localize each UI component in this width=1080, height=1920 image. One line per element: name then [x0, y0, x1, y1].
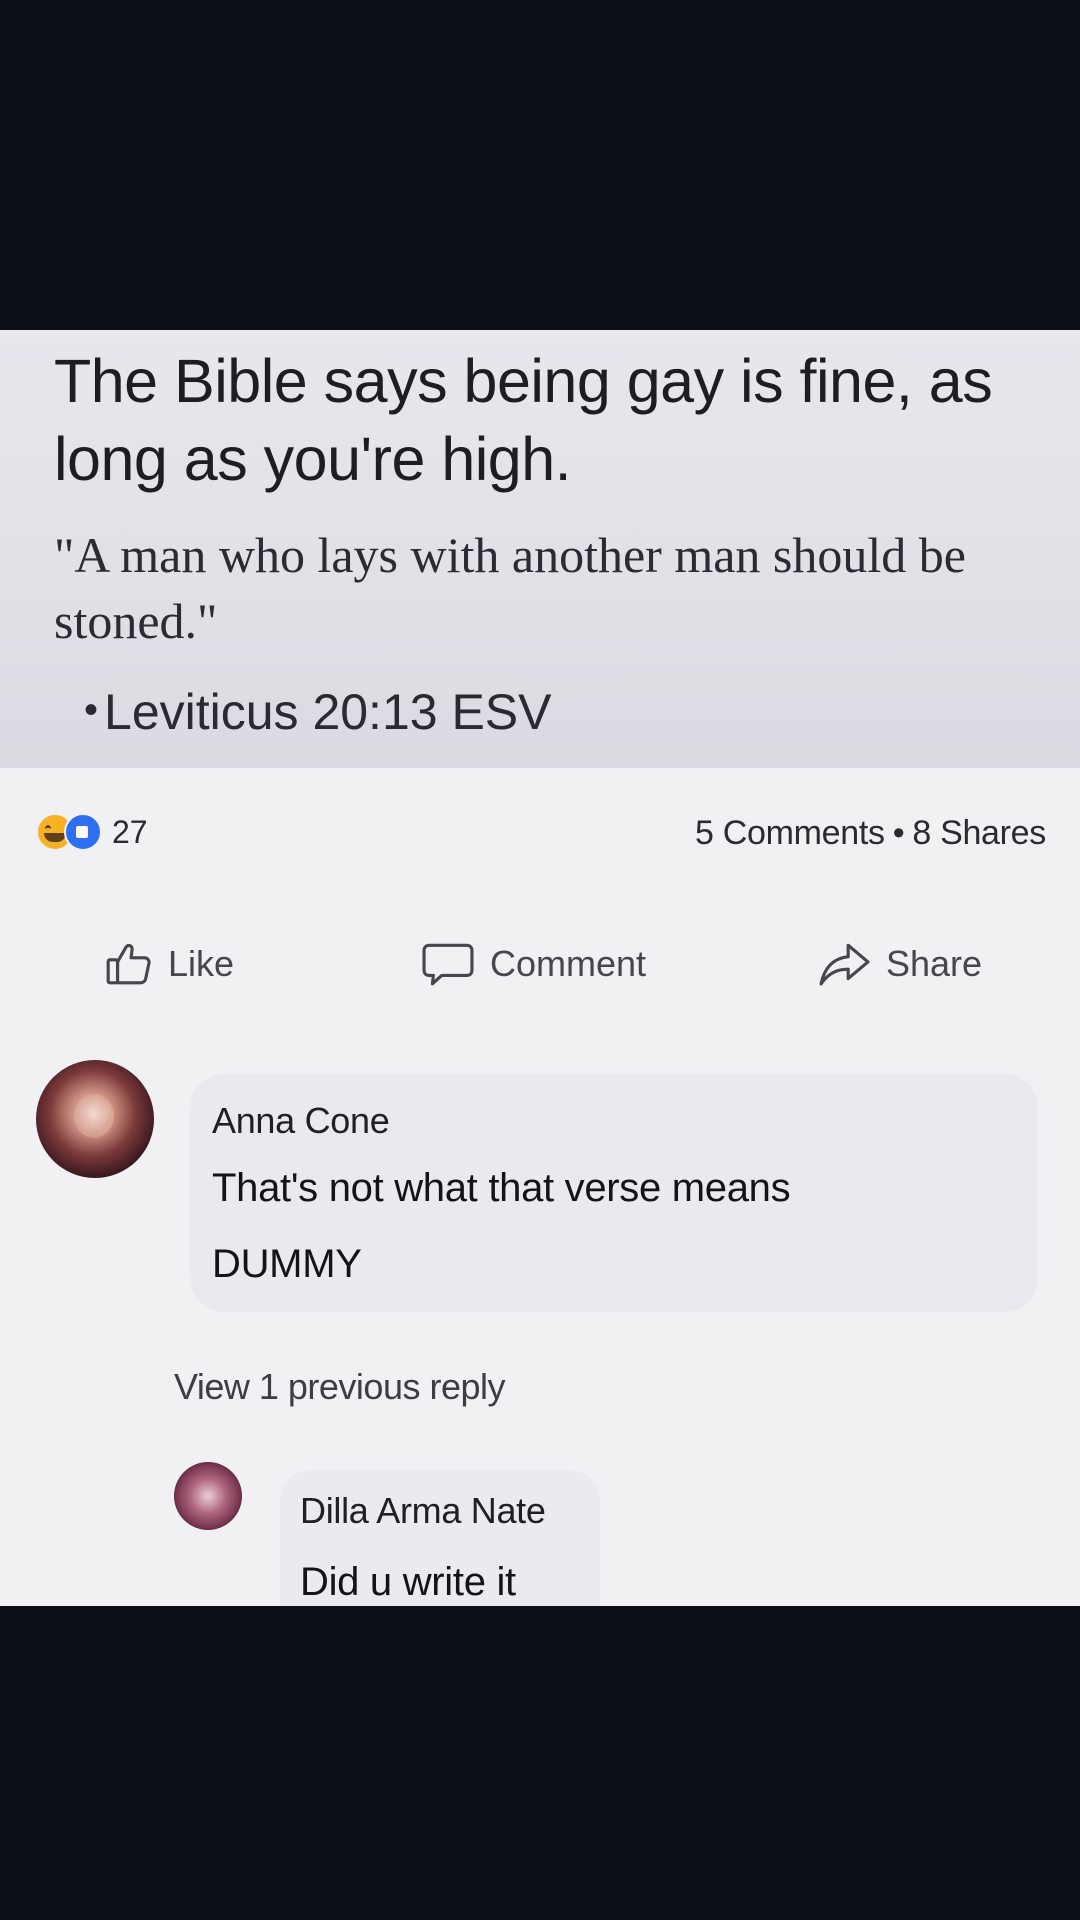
separator-dot: • — [892, 814, 905, 852]
reply-bubble: Dilla Arma Nate Did u write it — [280, 1470, 600, 1606]
comment-text-line: That's not what that verse means — [212, 1166, 791, 1210]
post-citation: • Leviticus 20:13 ESV — [84, 682, 552, 746]
share-label: Share — [886, 943, 983, 984]
like-icon — [64, 813, 102, 851]
like-label: Like — [168, 943, 235, 984]
comments-count[interactable]: 5 Comments — [695, 814, 885, 852]
post-image: The Bible says being gay is fine, as lon… — [0, 330, 1080, 768]
reply-author[interactable]: Dilla Arma Nate — [300, 1490, 546, 1532]
comment-bubble: Anna Cone That's not what that verse mea… — [190, 1074, 1038, 1312]
avatar[interactable] — [36, 1060, 154, 1178]
thumbs-up-icon — [106, 943, 151, 985]
reaction-count: 27 — [112, 813, 148, 850]
comment-label: Comment — [490, 943, 647, 984]
post-headline: The Bible says being gay is fine, as lon… — [54, 347, 993, 493]
bullet: • — [84, 688, 99, 732]
reactions-summary[interactable]: 27 — [36, 812, 148, 852]
share-arrow-icon — [819, 943, 870, 986]
engagement-counts: 5 Comments • 8 Shares — [695, 814, 1046, 853]
like-button[interactable]: Like — [104, 934, 234, 994]
shares-count[interactable]: 8 Shares — [912, 814, 1046, 852]
comment-author[interactable]: Anna Cone — [212, 1100, 390, 1142]
action-bar: Like Comment Share — [0, 934, 1080, 994]
avatar[interactable] — [174, 1462, 242, 1530]
citation-text: Leviticus 20:13 ESV — [104, 684, 552, 740]
share-button[interactable]: Share — [816, 934, 982, 994]
reply-text: Did u write it — [300, 1560, 516, 1604]
comment-text-line: DUMMY — [212, 1242, 362, 1286]
facebook-post-screenshot: The Bible says being gay is fine, as lon… — [0, 330, 1080, 1606]
comment-bubble-icon — [422, 943, 474, 986]
post-quote: "A man who lays with another man should … — [54, 527, 966, 649]
view-previous-reply-link[interactable]: View 1 previous reply — [174, 1366, 506, 1408]
comment-button[interactable]: Comment — [420, 934, 646, 994]
